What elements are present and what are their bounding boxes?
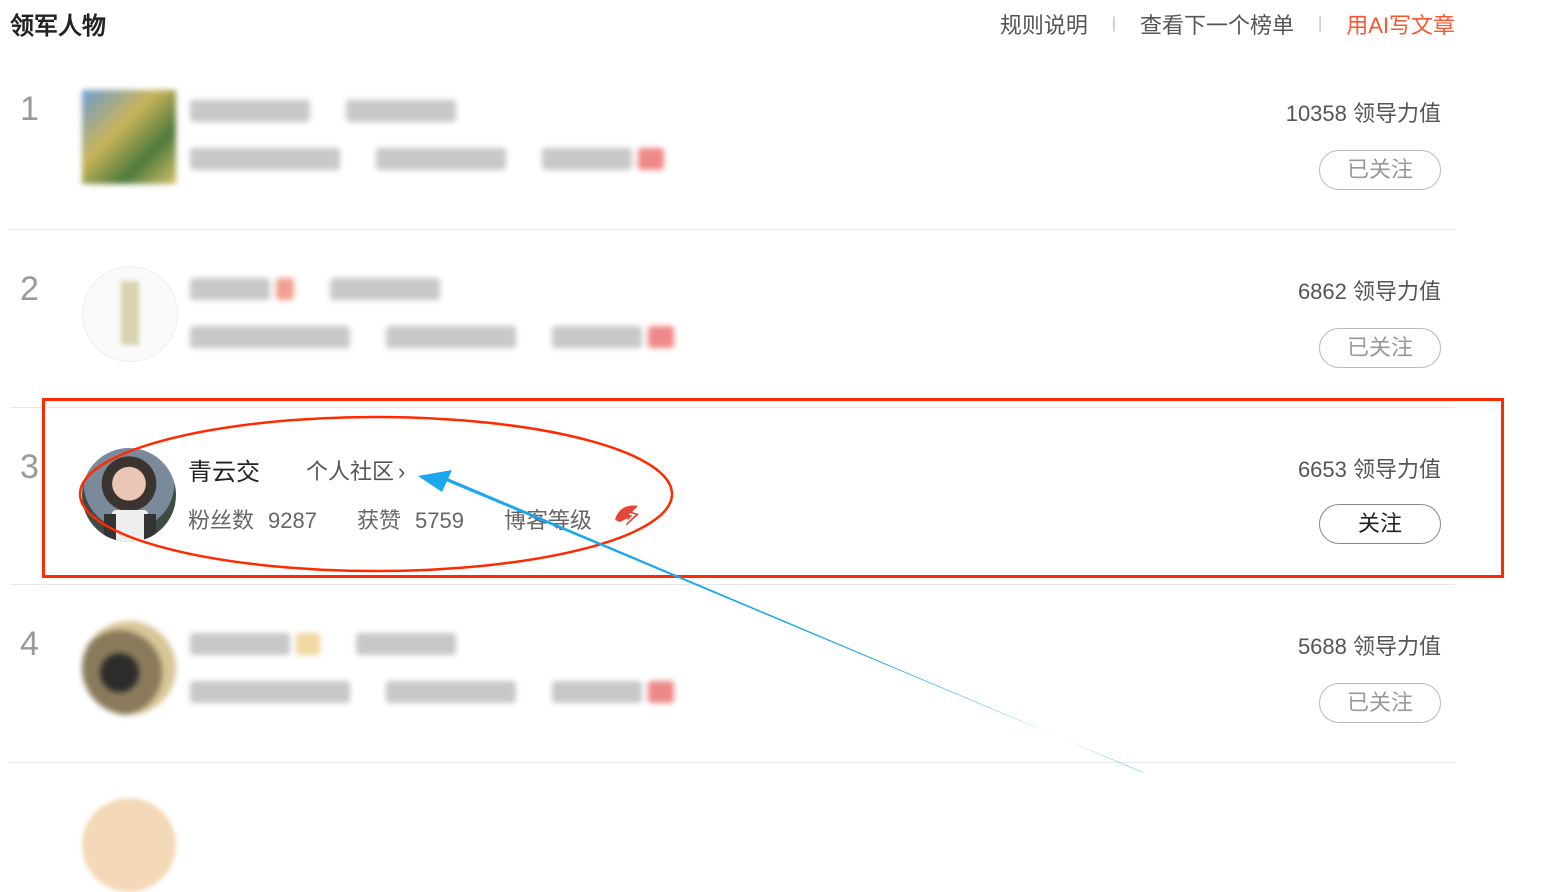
avatar[interactable]: [82, 798, 176, 892]
annotation-overlay: [78, 415, 1145, 773]
arrow-head-icon: [418, 470, 452, 492]
highlight-ellipse: [78, 415, 674, 573]
arrow-shaft: [438, 474, 1145, 773]
